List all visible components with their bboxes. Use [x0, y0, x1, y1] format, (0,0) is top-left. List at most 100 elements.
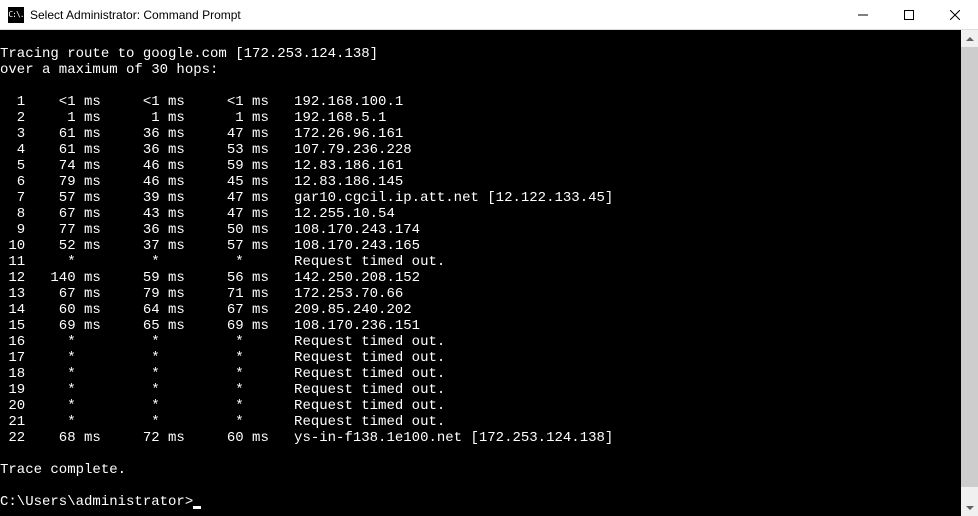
hop-row: 21 ms1 ms1 ms192.168.5.1 — [0, 110, 978, 126]
hop-rtt3: * — [193, 254, 243, 270]
trace-complete: Trace complete. — [0, 462, 126, 478]
hop-number: 3 — [0, 126, 25, 142]
hop-unit: ms — [168, 430, 193, 446]
hop-rtt3: 67 — [193, 302, 243, 318]
hop-rtt3: * — [193, 334, 243, 350]
hop-rtt2: 59 — [109, 270, 159, 286]
hop-rtt2: * — [109, 254, 159, 270]
window-titlebar: C:\. Select Administrator: Command Promp… — [0, 0, 978, 30]
hop-rtt2: 46 — [109, 158, 159, 174]
hop-unit: ms — [84, 270, 109, 286]
terminal-area[interactable]: Tracing route to google.com [172.253.124… — [0, 30, 978, 516]
hop-unit: ms — [252, 286, 277, 302]
hop-unit — [84, 398, 109, 414]
hop-unit: ms — [168, 142, 193, 158]
hop-unit — [252, 398, 277, 414]
hop-unit: ms — [84, 302, 109, 318]
hop-row: 19* * * Request timed out. — [0, 382, 978, 398]
hop-unit: ms — [168, 222, 193, 238]
hop-destination: Request timed out. — [294, 254, 445, 270]
hop-rtt2: * — [109, 334, 159, 350]
hop-rtt3: 45 — [193, 174, 243, 190]
hop-rtt2: * — [109, 366, 159, 382]
hop-unit: ms — [168, 190, 193, 206]
hop-unit: ms — [252, 110, 277, 126]
hop-unit — [84, 366, 109, 382]
hop-number: 15 — [0, 318, 25, 334]
hop-unit: ms — [168, 126, 193, 142]
close-button[interactable] — [932, 0, 978, 29]
hop-rtt1: 79 — [25, 174, 75, 190]
hop-unit: ms — [84, 142, 109, 158]
hop-unit: ms — [84, 126, 109, 142]
hop-rtt3: * — [193, 350, 243, 366]
hop-unit: ms — [252, 270, 277, 286]
hop-rtt3: 47 — [193, 126, 243, 142]
hop-rtt3: * — [193, 366, 243, 382]
hop-row: 1<1 ms<1 ms<1 ms192.168.100.1 — [0, 94, 978, 110]
maximize-button[interactable] — [886, 0, 932, 29]
hop-unit: ms — [252, 174, 277, 190]
hop-unit — [84, 382, 109, 398]
hop-unit: ms — [84, 238, 109, 254]
hop-destination: 107.79.236.228 — [294, 142, 412, 158]
hop-rtt1: 67 — [25, 206, 75, 222]
hop-unit — [252, 334, 277, 350]
hop-unit: ms — [252, 238, 277, 254]
hop-unit — [252, 414, 277, 430]
hop-destination: Request timed out. — [294, 398, 445, 414]
hop-rtt1: 57 — [25, 190, 75, 206]
hop-rtt1: 61 — [25, 142, 75, 158]
hop-rtt1: 1 — [25, 110, 75, 126]
hop-unit: ms — [168, 174, 193, 190]
hop-unit: ms — [168, 286, 193, 302]
hop-unit: ms — [252, 302, 277, 318]
hop-destination: 172.26.96.161 — [294, 126, 403, 142]
hop-row: 361 ms36 ms47 ms172.26.96.161 — [0, 126, 978, 142]
hop-number: 18 — [0, 366, 25, 382]
hop-rtt3: * — [193, 414, 243, 430]
hop-rtt2: 36 — [109, 126, 159, 142]
hop-destination: Request timed out. — [294, 414, 445, 430]
scrollbar-down-arrow[interactable] — [961, 499, 978, 516]
hop-rtt1: 61 — [25, 126, 75, 142]
scrollbar-up-arrow[interactable] — [961, 30, 978, 47]
hop-rtt1: * — [25, 334, 75, 350]
prompt-line[interactable]: C:\Users\administrator> — [0, 494, 978, 510]
hop-rtt1: * — [25, 382, 75, 398]
hop-unit: ms — [84, 206, 109, 222]
vertical-scrollbar[interactable] — [961, 30, 978, 516]
hop-destination: gar10.cgcil.ip.att.net [12.122.133.45] — [294, 190, 613, 206]
hop-rtt1: 67 — [25, 286, 75, 302]
hop-rtt3: <1 — [193, 94, 243, 110]
hop-rtt3: 57 — [193, 238, 243, 254]
hop-row: 18* * * Request timed out. — [0, 366, 978, 382]
hop-rtt2: 36 — [109, 222, 159, 238]
hop-number: 13 — [0, 286, 25, 302]
hop-unit: ms — [168, 238, 193, 254]
hop-unit: ms — [168, 302, 193, 318]
hop-unit: ms — [252, 126, 277, 142]
hop-unit: ms — [84, 110, 109, 126]
hop-destination: 192.168.5.1 — [294, 110, 386, 126]
hop-unit — [168, 254, 193, 270]
hop-number: 19 — [0, 382, 25, 398]
hop-rtt2: <1 — [109, 94, 159, 110]
hop-row: 757 ms39 ms47 msgar10.cgcil.ip.att.net [… — [0, 190, 978, 206]
hop-destination: 172.253.70.66 — [294, 286, 403, 302]
hop-row: 17* * * Request timed out. — [0, 350, 978, 366]
hop-number: 1 — [0, 94, 25, 110]
hop-unit: ms — [252, 142, 277, 158]
hop-destination: 209.85.240.202 — [294, 302, 412, 318]
hop-unit — [252, 254, 277, 270]
hop-row: 867 ms43 ms47 ms12.255.10.54 — [0, 206, 978, 222]
hop-unit — [84, 350, 109, 366]
hop-rtt1: * — [25, 366, 75, 382]
hop-rtt1: 140 — [25, 270, 75, 286]
hop-row: 1052 ms37 ms57 ms108.170.243.165 — [0, 238, 978, 254]
hop-row: 11* * * Request timed out. — [0, 254, 978, 270]
hop-rtt3: 59 — [193, 158, 243, 174]
scrollbar-thumb[interactable] — [961, 47, 978, 487]
hop-unit — [168, 398, 193, 414]
minimize-button[interactable] — [840, 0, 886, 29]
